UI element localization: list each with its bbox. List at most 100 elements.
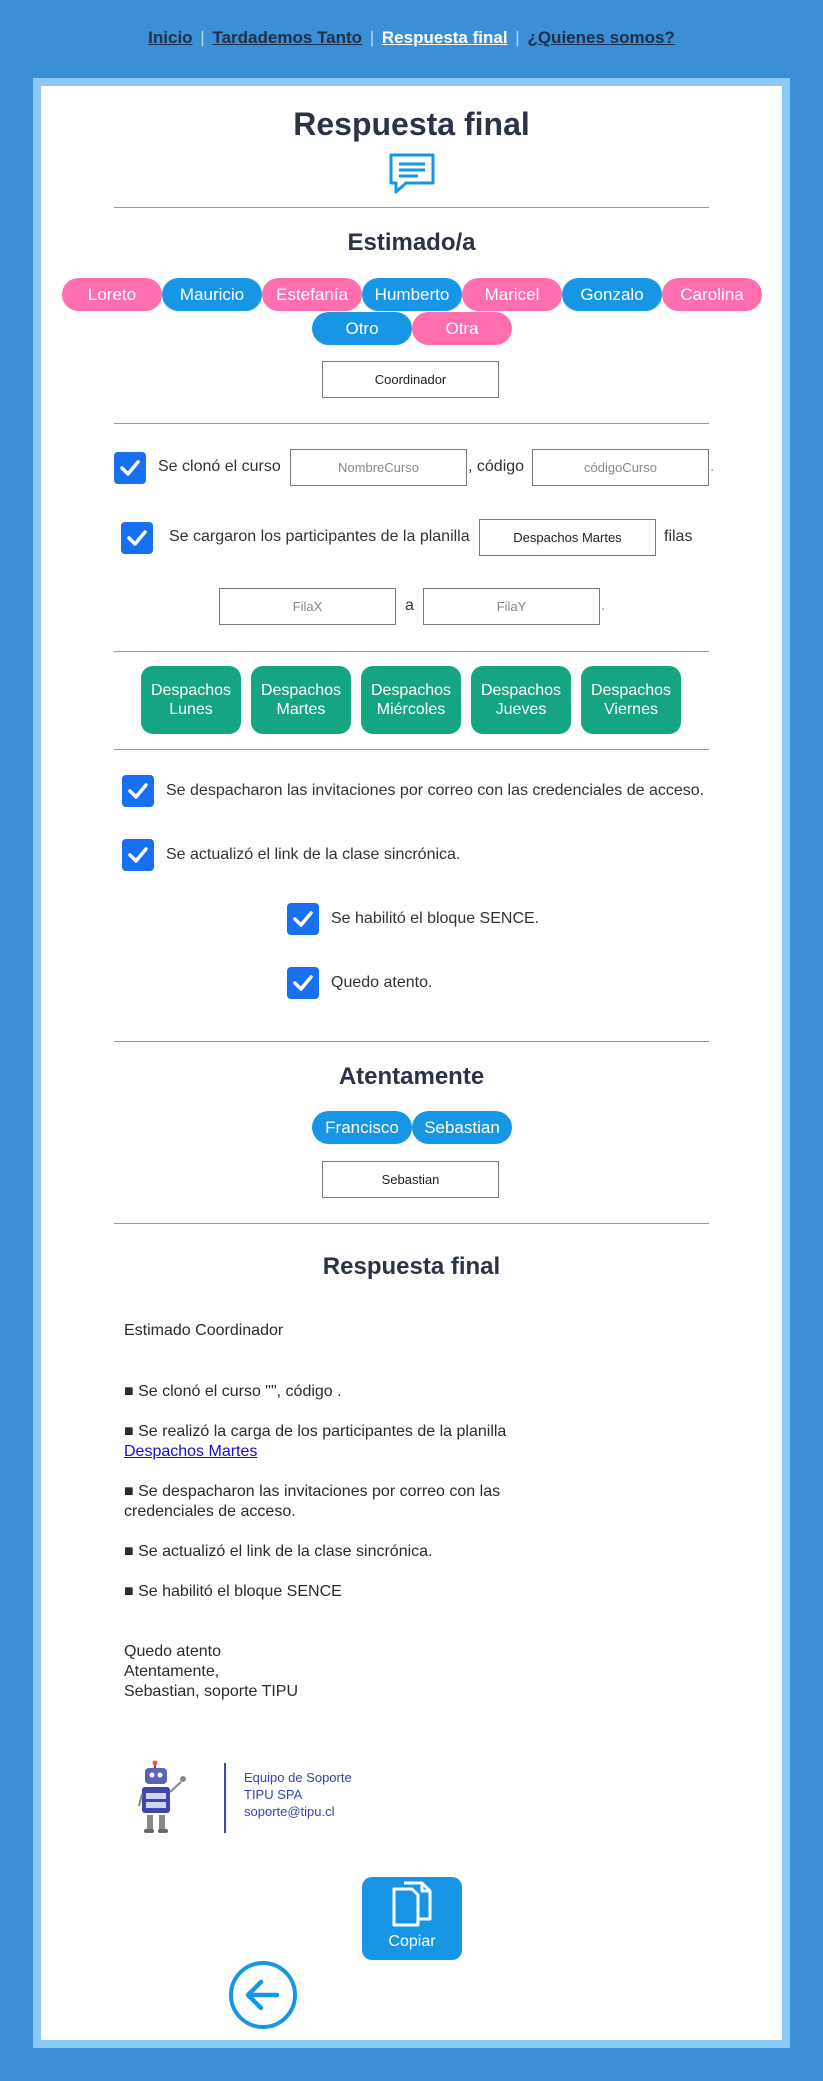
signature-company: TIPU SPA <box>244 1787 303 1802</box>
load-checkbox[interactable] <box>121 522 153 554</box>
signature-email: soporte@tipu.cl <box>244 1804 335 1819</box>
sence-checkbox[interactable] <box>287 903 319 935</box>
sheet-word: Despachos <box>480 682 562 699</box>
result-line-invites-text: ■ Se despacharon las invitaciones por co… <box>124 1483 501 1500</box>
nav-link-respuesta-final[interactable]: Respuesta final <box>382 28 508 47</box>
sheet-word: Despachos <box>590 682 672 699</box>
sheet-button-martes[interactable]: Despachos Martes <box>251 666 351 734</box>
sheet-day: Lunes <box>169 701 213 718</box>
sender-pill-francisco[interactable]: Francisco <box>312 1111 412 1144</box>
sender-input[interactable]: Sebastian <box>322 1161 499 1198</box>
sheet-input[interactable]: Despachos Martes <box>479 519 656 556</box>
greeting-heading: Estimado/a <box>347 229 476 256</box>
sheet-day: Miércoles <box>376 701 446 718</box>
result-line-sence: ■ Se habilitó el bloque SENCE <box>124 1583 342 1600</box>
check-icon <box>127 530 147 546</box>
sheet-button-label: Despachos Miércoles <box>371 681 451 719</box>
content-card: Respuesta final Estimado/a Loreto Mauric… <box>41 86 782 2040</box>
check-icon <box>120 460 140 476</box>
nav-link-inicio[interactable]: Inicio <box>148 28 192 47</box>
copy-button[interactable]: Copiar <box>362 1877 462 1960</box>
name-pill-humberto[interactable]: Humberto <box>362 278 462 311</box>
result-line-load-text: ■ Se realizó la carga de los participant… <box>124 1423 507 1440</box>
sheet-day: Viernes <box>604 701 658 718</box>
result-closing: Quedo atento Atentamente, Sebastian, sop… <box>124 1642 298 1702</box>
sheet-day: Martes <box>276 701 326 718</box>
check-icon <box>293 975 313 991</box>
sheet-word: Despachos <box>370 682 452 699</box>
row-from-input[interactable]: FilaX <box>219 588 396 625</box>
nav-link-tardademos[interactable]: Tardademos Tanto <box>212 28 362 47</box>
sheet-button-lunes[interactable]: Despachos Lunes <box>141 666 241 734</box>
code-label: , código <box>468 458 525 475</box>
copy-label: Copiar <box>388 1933 436 1950</box>
signoff-heading: Atentamente <box>338 1063 485 1090</box>
invites-checkbox[interactable] <box>122 775 154 807</box>
result-heading: Respuesta final <box>322 1253 501 1280</box>
sender-pill-sebastian[interactable]: Sebastian <box>412 1111 512 1144</box>
nav-separator: | <box>200 28 205 47</box>
load-end: . <box>601 597 606 614</box>
sheet-button-viernes[interactable]: Despachos Viernes <box>581 666 681 734</box>
result-greeting: Estimado Coordinador <box>124 1322 284 1339</box>
sheet-word: Despachos <box>150 682 232 699</box>
name-pill-estefania[interactable]: Estefanía <box>262 278 362 311</box>
result-line-load: ■ Se realizó la carga de los participant… <box>124 1422 506 1462</box>
nav-separator: | <box>369 28 375 47</box>
attentive-checkbox[interactable] <box>287 967 319 999</box>
result-closing-line: Sebastian, soporte TIPU <box>124 1683 299 1700</box>
result-closing-line: Atentamente, <box>124 1663 220 1680</box>
divider <box>114 1223 709 1224</box>
nav-link-quienes-somos[interactable]: ¿Quienes somos? <box>527 28 674 47</box>
robot-logo <box>137 1758 189 1843</box>
row-to-input[interactable]: FilaY <box>423 588 600 625</box>
row-to-label: a <box>405 597 414 614</box>
result-closing-line: Quedo atento <box>124 1643 221 1660</box>
check-icon <box>128 783 148 799</box>
name-pill-mauricio[interactable]: Mauricio <box>162 278 262 311</box>
chat-icon <box>388 152 436 201</box>
back-arrow-icon[interactable] <box>227 1959 299 2036</box>
result-line-invites-text: credenciales de acceso. <box>124 1503 296 1520</box>
page-title: Respuesta final <box>293 106 530 142</box>
top-nav: Inicio | Tardademos Tanto | Respuesta fi… <box>0 28 823 48</box>
sence-label: Se habilitó el bloque SENCE. <box>331 910 540 927</box>
name-pill-maricel[interactable]: Maricel <box>462 278 562 311</box>
sheet-button-label: Despachos Viernes <box>591 681 671 719</box>
sheet-word: Despachos <box>260 682 342 699</box>
name-pill-carolina[interactable]: Carolina <box>662 278 762 311</box>
divider <box>114 651 709 652</box>
clone-label: Se clonó el curso <box>158 458 281 475</box>
signature-divider <box>224 1763 226 1833</box>
name-pill-loreto[interactable]: Loreto <box>62 278 162 311</box>
result-line-link: ■ Se actualizó el link de la clase sincr… <box>124 1543 433 1560</box>
clone-end: . <box>710 458 715 475</box>
link-checkbox[interactable] <box>122 839 154 871</box>
divider <box>114 423 709 424</box>
load-label: Se cargaron los participantes de la plan… <box>169 528 470 545</box>
sheet-button-label: Despachos Jueves <box>481 681 561 719</box>
recipient-input[interactable]: Coordinador <box>322 361 499 398</box>
signature-text: Equipo de Soporte TIPU SPA soporte@tipu.… <box>244 1769 352 1820</box>
name-pill-otro[interactable]: Otro <box>312 312 412 345</box>
name-pill-gonzalo[interactable]: Gonzalo <box>562 278 662 311</box>
result-sheet-link[interactable]: Despachos Martes <box>124 1443 257 1460</box>
sheet-button-label: Despachos Lunes <box>151 681 231 719</box>
attentive-label: Quedo atento. <box>331 974 433 991</box>
rows-label: filas <box>664 528 693 545</box>
link-label: Se actualizó el link de la clase sincrón… <box>166 846 461 863</box>
sheet-button-jueves[interactable]: Despachos Jueves <box>471 666 571 734</box>
course-name-input[interactable]: NombreCurso <box>290 449 467 486</box>
signature-team: Equipo de Soporte <box>244 1770 352 1785</box>
result-line-clone: ■ Se clonó el curso "", código . <box>124 1383 342 1400</box>
result-line-invites: ■ Se despacharon las invitaciones por co… <box>124 1482 500 1522</box>
check-icon <box>293 911 313 927</box>
name-pill-otra[interactable]: Otra <box>412 312 512 345</box>
sheet-button-miercoles[interactable]: Despachos Miércoles <box>361 666 461 734</box>
course-code-input[interactable]: códigoCurso <box>532 449 709 486</box>
check-icon <box>128 847 148 863</box>
clone-checkbox[interactable] <box>114 452 146 484</box>
divider <box>114 749 709 750</box>
copy-icon <box>392 1881 432 1927</box>
nav-separator: | <box>515 28 520 47</box>
